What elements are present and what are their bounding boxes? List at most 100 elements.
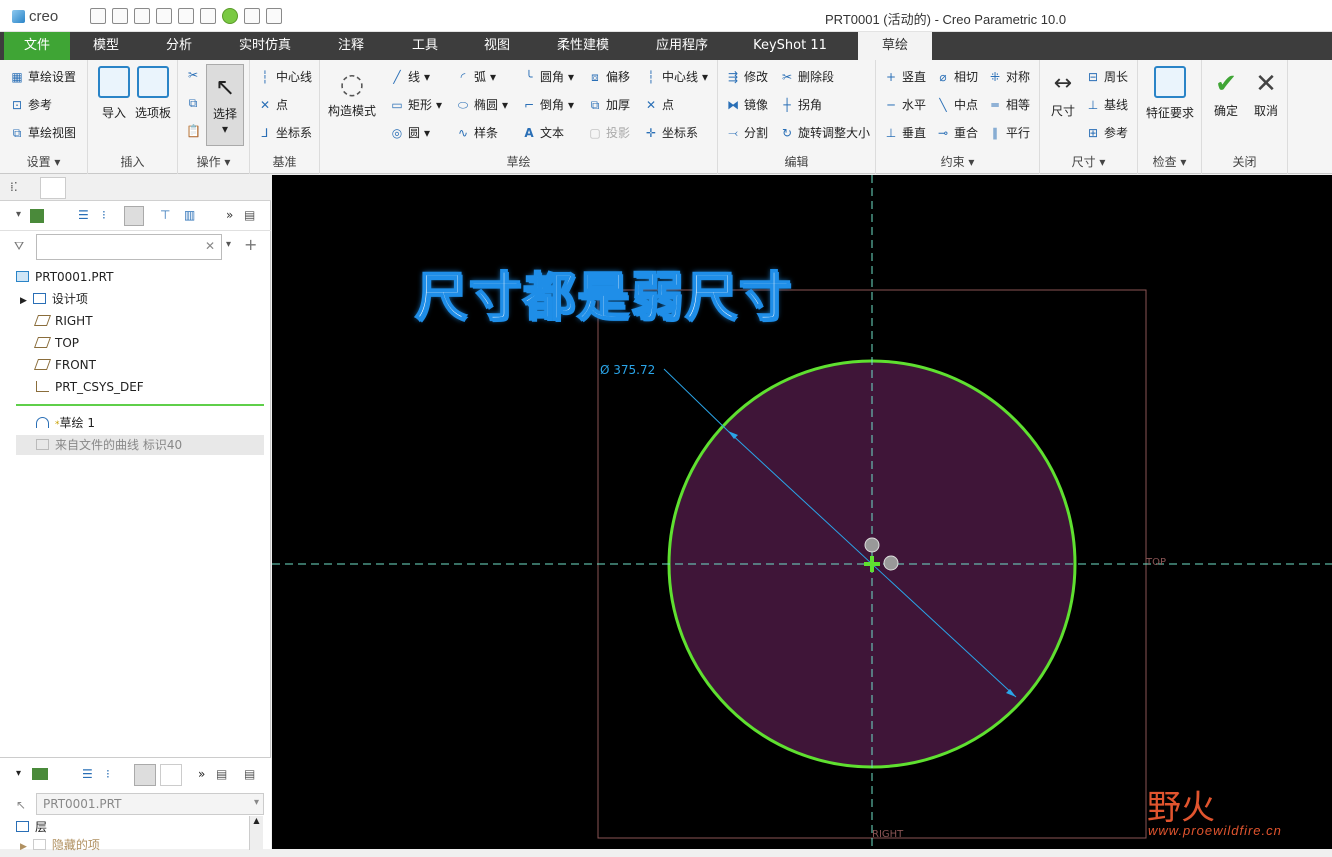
cut-button[interactable]: ✂ bbox=[186, 68, 200, 82]
project-button[interactable]: ▢ 投影 bbox=[588, 124, 630, 141]
modify-button[interactable]: ⇶ 修改 bbox=[726, 68, 768, 85]
add-icon[interactable]: + bbox=[244, 235, 257, 254]
tree-filter-icon[interactable]: ⊤ bbox=[160, 208, 170, 222]
tree-columns-icon[interactable] bbox=[124, 206, 144, 226]
parallel-constraint-button[interactable]: ∥ 平行 bbox=[988, 124, 1030, 141]
layer-props-icon[interactable]: ▤ bbox=[216, 767, 227, 781]
scroll-up-icon[interactable]: ▲ bbox=[250, 816, 263, 825]
tab-analysis[interactable]: 分析 bbox=[142, 32, 216, 60]
thicken-button[interactable]: ⧉ 加厚 bbox=[588, 96, 630, 113]
tab-tools[interactable]: 工具 bbox=[388, 32, 462, 60]
layer-hidden-items[interactable]: ▶ 隐藏的项 bbox=[20, 835, 100, 855]
tab-keyshot[interactable]: KeyShot 11 bbox=[730, 32, 850, 60]
reference-dimension-button[interactable]: ⊞ 参考 bbox=[1086, 124, 1128, 141]
layer-expand-icon[interactable]: ▾ bbox=[16, 768, 21, 779]
constraint-symbol-icon[interactable] bbox=[864, 537, 880, 553]
arc-button[interactable]: ◜ 弧 ▾ bbox=[456, 68, 496, 85]
vertical-constraint-button[interactable]: + 竖直 bbox=[884, 68, 926, 85]
regenerate-icon[interactable] bbox=[200, 8, 216, 24]
construction-mode-button[interactable]: ◌ 构造模式 bbox=[324, 66, 380, 119]
sketch-csys-button[interactable]: ✛ 坐标系 bbox=[644, 124, 698, 141]
equal-constraint-button[interactable]: ═ 相等 bbox=[988, 96, 1030, 113]
sketch-centerline-button[interactable]: ┆ 中心线 ▾ bbox=[644, 68, 708, 85]
graphics-window[interactable]: Ø 375.72 TOP RIGHT 尺寸都是弱尺寸 野火 www.proewi… bbox=[272, 175, 1332, 849]
layer-model-selector[interactable]: PRT0001.PRT ▾ bbox=[36, 793, 264, 815]
window-icon[interactable] bbox=[244, 8, 260, 24]
layers-icon[interactable] bbox=[32, 768, 48, 780]
layer-list-icon[interactable]: ☰ bbox=[82, 767, 93, 781]
fillet-button[interactable]: ╰ 圆角 ▾ bbox=[522, 68, 574, 85]
expand-toolbar-icon[interactable]: ▾ bbox=[16, 209, 21, 220]
tree-item-sketch[interactable]: *草绘 1 bbox=[36, 413, 95, 433]
tree-root[interactable]: PRT0001.PRT bbox=[16, 267, 113, 287]
corner-button[interactable]: ┼ 拐角 bbox=[780, 96, 822, 113]
close-window-icon[interactable] bbox=[266, 8, 282, 24]
ellipse-button[interactable]: ⬭ 椭圆 ▾ bbox=[456, 96, 508, 113]
tab-view[interactable]: 视图 bbox=[462, 32, 532, 60]
layer-hide-icon[interactable] bbox=[160, 764, 182, 786]
more-icon[interactable]: » bbox=[226, 208, 233, 222]
select-button[interactable]: ↖ 选择 ▾ bbox=[206, 64, 244, 146]
sketch-setup-button[interactable]: ▦ 草绘设置 bbox=[10, 68, 76, 85]
midpoint-constraint-button[interactable]: ╲ 中点 bbox=[936, 96, 978, 113]
group-label-inspect[interactable]: 检查 ▾ bbox=[1138, 153, 1201, 170]
perpendicular-constraint-button[interactable]: ⊥ 垂直 bbox=[884, 124, 926, 141]
tree-item-design-items[interactable]: ▶ 设计项 bbox=[20, 289, 88, 309]
insert-here-indicator[interactable] bbox=[16, 404, 264, 406]
tangent-constraint-button[interactable]: ⌀ 相切 bbox=[936, 68, 978, 85]
palette-button[interactable]: 选项板 bbox=[132, 66, 174, 121]
tree-item-top[interactable]: TOP bbox=[33, 333, 79, 353]
tab-annotate[interactable]: 注释 bbox=[314, 32, 388, 60]
copy-button[interactable]: ⧉ bbox=[186, 96, 200, 110]
datum-point-button[interactable]: ✕ 点 bbox=[258, 96, 288, 113]
feature-requirements-button[interactable]: 特征要求 bbox=[1142, 66, 1198, 121]
model-icon[interactable] bbox=[30, 209, 44, 223]
tab-sketch[interactable]: 草绘 bbox=[858, 32, 932, 60]
tree-settings-icon[interactable]: ▥ bbox=[184, 208, 195, 222]
chamfer-button[interactable]: ⌐ 倒角 ▾ bbox=[522, 96, 574, 113]
tree-item-csys[interactable]: PRT_CSYS_DEF bbox=[36, 377, 144, 397]
group-label-operations[interactable]: 操作 ▾ bbox=[178, 153, 249, 170]
green-dot-icon[interactable] bbox=[222, 8, 238, 24]
horizontal-constraint-button[interactable]: ─ 水平 bbox=[884, 96, 926, 113]
import-button[interactable]: 导入 bbox=[94, 66, 134, 121]
tree-doc-icon[interactable]: ▤ bbox=[244, 208, 255, 222]
tab-flexible-modeling[interactable]: 柔性建模 bbox=[532, 32, 634, 60]
undo-icon[interactable] bbox=[156, 8, 172, 24]
layer-outline-icon[interactable]: ⁝ bbox=[106, 767, 110, 781]
circle-button[interactable]: ◎ 圆 ▾ bbox=[390, 124, 430, 141]
search-dropdown-icon[interactable]: ▾ bbox=[226, 239, 231, 250]
tree-list-icon[interactable]: ☰ bbox=[78, 208, 89, 222]
layer-more-icon[interactable]: » bbox=[198, 767, 205, 781]
symmetric-constraint-button[interactable]: ⁜ 对称 bbox=[988, 68, 1030, 85]
tree-item-right[interactable]: RIGHT bbox=[33, 311, 93, 331]
constraint-symbol-icon[interactable] bbox=[883, 555, 899, 571]
tree-item-curve[interactable]: 来自文件的曲线 标识40 bbox=[16, 435, 264, 455]
cancel-button[interactable]: ✕ 取消 bbox=[1246, 66, 1286, 119]
redo-icon[interactable] bbox=[178, 8, 194, 24]
line-button[interactable]: ╱ 线 ▾ bbox=[390, 68, 430, 85]
divide-button[interactable]: ⤙ 分割 bbox=[726, 124, 768, 141]
layer-show-icon[interactable] bbox=[134, 764, 156, 786]
layer-root[interactable]: 层 bbox=[16, 817, 47, 837]
rectangle-button[interactable]: ▭ 矩形 ▾ bbox=[390, 96, 442, 113]
references-button[interactable]: ⊡ 参考 bbox=[10, 96, 52, 113]
ok-button[interactable]: ✔ 确定 bbox=[1206, 66, 1246, 119]
sketch-point-button[interactable]: ✕ 点 bbox=[644, 96, 674, 113]
model-tree-tab-icon[interactable]: ⁞⁚ bbox=[10, 180, 18, 194]
tab-file[interactable]: 文件 bbox=[4, 32, 70, 60]
diameter-dimension-label[interactable]: Ø 375.72 bbox=[600, 363, 655, 377]
datum-csys-button[interactable]: ⅃ 坐标系 bbox=[258, 124, 312, 141]
tab-live-simulation[interactable]: 实时仿真 bbox=[216, 32, 314, 60]
datum-centerline-button[interactable]: ┆ 中心线 bbox=[258, 68, 312, 85]
group-label-dimension[interactable]: 尺寸 ▾ bbox=[1040, 153, 1137, 170]
sketch-view-button[interactable]: ⧉ 草绘视图 bbox=[10, 124, 76, 141]
layer-scrollbar[interactable]: ▲ bbox=[249, 816, 263, 850]
dimension-button[interactable]: ↔ 尺寸 bbox=[1044, 66, 1082, 119]
mirror-button[interactable]: ⧓ 镜像 bbox=[726, 96, 768, 113]
save-icon[interactable] bbox=[134, 8, 150, 24]
clear-search-icon[interactable]: ✕ bbox=[205, 239, 215, 253]
tree-outline-icon[interactable]: ⁝ bbox=[102, 208, 106, 222]
paste-button[interactable]: 📋 bbox=[186, 124, 201, 138]
rotate-resize-button[interactable]: ↻ 旋转调整大小 bbox=[780, 124, 870, 141]
